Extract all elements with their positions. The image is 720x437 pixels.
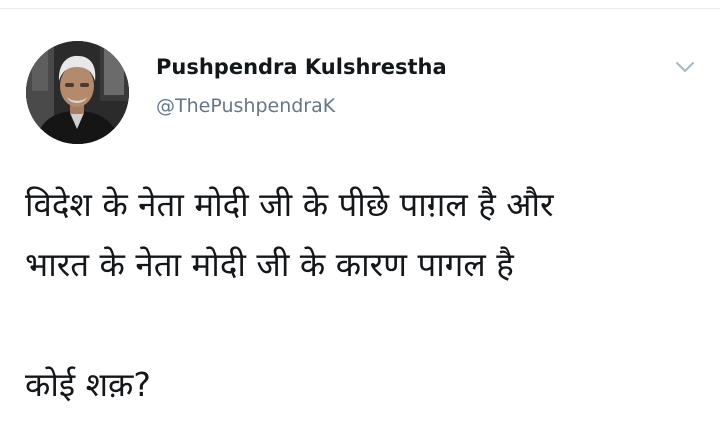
avatar-image xyxy=(26,41,129,144)
author-display-name[interactable]: Pushpendra Kulshrestha xyxy=(156,53,447,81)
chevron-down-icon xyxy=(676,62,694,72)
author-handle[interactable]: @ThePushpendraK xyxy=(156,93,447,119)
tweet-text: विदेश के नेता मोदी जी के पीछे पाग़ल है औ… xyxy=(25,175,705,415)
tweet-text-line-1: विदेश के नेता मोदी जी के पीछे पाग़ल है औ… xyxy=(25,185,554,224)
author-avatar[interactable] xyxy=(26,41,129,144)
tweet-text-line-2: भारत के नेता मोदी जी के कारण पागल है xyxy=(25,245,514,284)
tweet-card: Pushpendra Kulshrestha @ThePushpendraK व… xyxy=(0,9,720,437)
tweet-author: Pushpendra Kulshrestha @ThePushpendraK xyxy=(156,53,447,119)
tweet-text-line-3: कोई शक़? xyxy=(25,365,151,404)
more-options-button[interactable] xyxy=(671,55,699,79)
top-divider xyxy=(0,0,720,9)
